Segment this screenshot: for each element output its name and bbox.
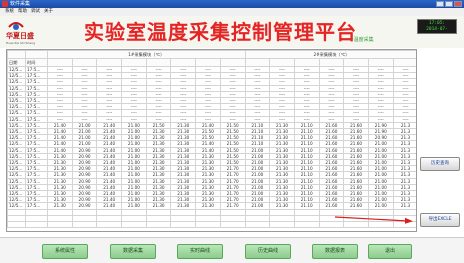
group-header-module-1: 1#采集模块（℃） <box>47 50 246 59</box>
cell-empty <box>25 221 48 229</box>
app-icon <box>2 1 8 7</box>
company-logo-icon <box>8 22 24 30</box>
table-group-header-row: 1#采集模块（℃） 2#采集模块（℃） <box>7 50 416 59</box>
header-blank <box>25 50 48 59</box>
column-header-date: 日期 <box>7 58 26 67</box>
header-blank <box>7 50 26 59</box>
close-button[interactable] <box>454 1 462 7</box>
cell-empty <box>293 221 320 229</box>
realtime-curve-button[interactable]: 实时曲线 <box>177 244 223 259</box>
data-collection-button[interactable]: 数据采集 <box>110 244 156 259</box>
data-report-button[interactable]: 数据报表 <box>312 244 358 259</box>
column-header-channel <box>392 58 416 67</box>
cell-empty <box>269 221 295 229</box>
title-bar: 软件采集 <box>0 0 464 8</box>
exit-button[interactable]: 退出 <box>368 244 412 259</box>
window-title: 软件采集 <box>10 1 31 7</box>
history-query-button[interactable]: 历史查询 <box>420 157 460 171</box>
clock-date: 2014-07- <box>426 27 448 32</box>
header: 华夏日盛 Huas Ris Shi Sheng 实验室温度采集控制管理平台 --… <box>0 16 464 48</box>
window-controls <box>436 1 462 7</box>
menu-bar: 系统 帮助 调试 关于 <box>0 8 464 16</box>
export-excel-button[interactable]: 导出EXCLE <box>420 213 460 227</box>
group-header-module-2: 2#采集模块（℃） <box>244 50 416 59</box>
column-header-channel <box>219 58 246 67</box>
menu-item-about[interactable]: 关于 <box>44 8 53 16</box>
cell-empty <box>195 221 221 229</box>
maximize-button[interactable] <box>445 1 453 7</box>
menu-item-system[interactable]: 系统 <box>5 8 14 16</box>
cell-empty <box>7 221 26 229</box>
footer-toolbar: 系统属性 数据采集 实时曲线 历史曲线 数据报表 退出 <box>0 237 464 263</box>
cell-empty <box>121 221 147 229</box>
cell-empty <box>219 221 246 229</box>
column-header-channel <box>96 58 123 67</box>
cell-empty <box>170 221 197 229</box>
menu-item-debug[interactable]: 调试 <box>31 8 40 16</box>
cell-empty <box>145 221 172 229</box>
data-grid: 1#采集模块（℃） 2#采集模块（℃） 日期 时间 12/5... 17:5... ----… <box>7 50 416 229</box>
cell-empty <box>244 221 271 229</box>
system-properties-button[interactable]: 系统属性 <box>42 244 88 259</box>
cell-empty <box>96 221 123 229</box>
column-header-channel <box>145 58 172 67</box>
page-subtitle: --温度采集 <box>350 37 374 43</box>
page-title: 实验室温度采集控制管理平台 <box>84 20 357 44</box>
column-header-channel <box>343 58 369 67</box>
column-header-channel <box>71 58 98 67</box>
menu-item-help[interactable]: 帮助 <box>18 8 27 16</box>
column-header-channel <box>121 58 147 67</box>
column-header-time: 时间 <box>25 58 48 67</box>
history-curve-button[interactable]: 历史曲线 <box>245 244 291 259</box>
arrow-icon <box>334 216 413 224</box>
column-header-channel <box>293 58 320 67</box>
logo-subtext: Huas Ris Shi Sheng <box>6 41 35 45</box>
column-header-channel <box>244 58 271 67</box>
clock-display: 17:05: 2014-07- <box>417 19 457 34</box>
minimize-button[interactable] <box>436 1 444 7</box>
logo-text: 华夏日盛 <box>6 32 34 40</box>
table-column-header-row: 日期 时间 <box>7 58 416 67</box>
column-header-channel <box>367 58 394 67</box>
column-header-channel <box>47 58 73 67</box>
column-header-channel <box>195 58 221 67</box>
cell-empty <box>47 221 73 229</box>
cell-empty <box>71 221 98 229</box>
column-header-channel <box>269 58 295 67</box>
data-table[interactable]: 1#采集模块（℃） 2#采集模块（℃） 日期 时间 12/5... 17:5... ----… <box>6 49 417 232</box>
column-header-channel <box>318 58 345 67</box>
column-header-channel <box>170 58 197 67</box>
